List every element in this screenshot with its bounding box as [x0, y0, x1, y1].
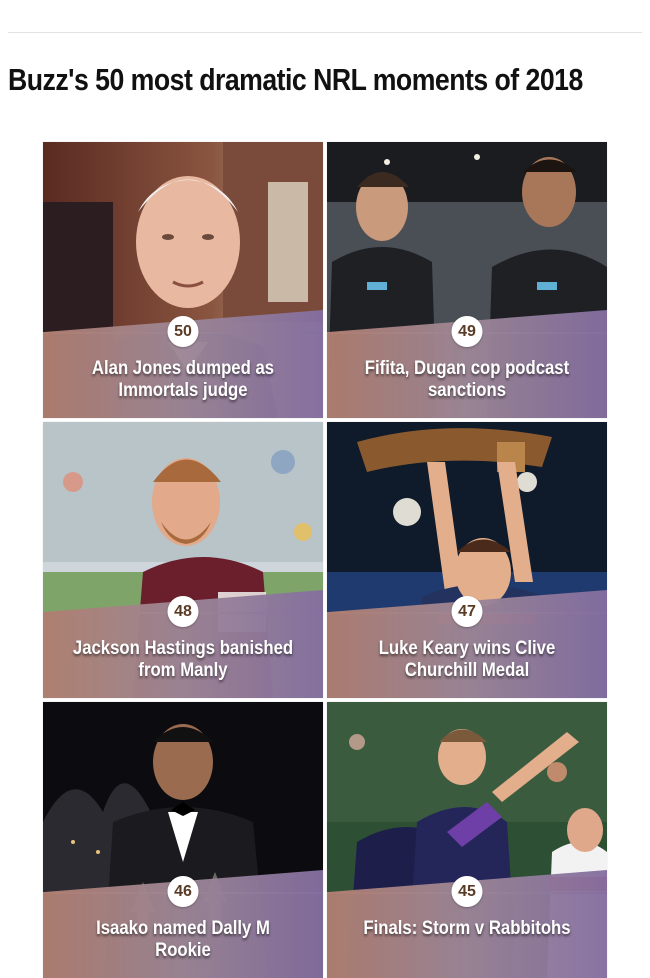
moment-title[interactable]: Alan Jones dumped as Immortals judge	[72, 358, 294, 402]
top-divider	[8, 32, 642, 33]
moment-title[interactable]: Luke Keary wins Clive Churchill Medal	[356, 638, 578, 682]
caption-band: 47 Luke Keary wins Clive Churchill Medal	[327, 596, 607, 698]
moment-card-50[interactable]: 50 Alan Jones dumped as Immortals judge	[43, 142, 323, 418]
caption-band: 46 Isaako named Dally M Rookie	[43, 876, 323, 978]
rank-badge: 50	[167, 316, 199, 347]
caption-band: 49 Fifita, Dugan cop podcast sanctions	[327, 316, 607, 418]
moment-title[interactable]: Fifita, Dugan cop podcast sanctions	[356, 358, 578, 402]
rank-badge: 45	[451, 876, 483, 907]
page-title: Buzz's 50 most dramatic NRL moments of 2…	[8, 62, 583, 97]
caption-band: 48 Jackson Hastings banished from Manly	[43, 596, 323, 698]
moment-card-48[interactable]: 48 Jackson Hastings banished from Manly	[43, 422, 323, 698]
rank-badge: 47	[451, 596, 483, 627]
moments-grid: 50 Alan Jones dumped as Immortals judge …	[43, 142, 607, 978]
moment-card-46[interactable]: 46 Isaako named Dally M Rookie	[43, 702, 323, 978]
moment-card-45[interactable]: 45 Finals: Storm v Rabbitohs	[327, 702, 607, 978]
moment-card-47[interactable]: 47 Luke Keary wins Clive Churchill Medal	[327, 422, 607, 698]
rank-badge: 48	[167, 596, 199, 627]
rank-badge: 46	[167, 876, 199, 907]
moment-card-49[interactable]: 49 Fifita, Dugan cop podcast sanctions	[327, 142, 607, 418]
caption-band: 45 Finals: Storm v Rabbitohs	[327, 876, 607, 978]
moment-title[interactable]: Finals: Storm v Rabbitohs	[356, 918, 578, 940]
moment-title[interactable]: Jackson Hastings banished from Manly	[72, 638, 294, 682]
rank-badge: 49	[451, 316, 483, 347]
moment-title[interactable]: Isaako named Dally M Rookie	[72, 918, 294, 962]
caption-band: 50 Alan Jones dumped as Immortals judge	[43, 316, 323, 418]
